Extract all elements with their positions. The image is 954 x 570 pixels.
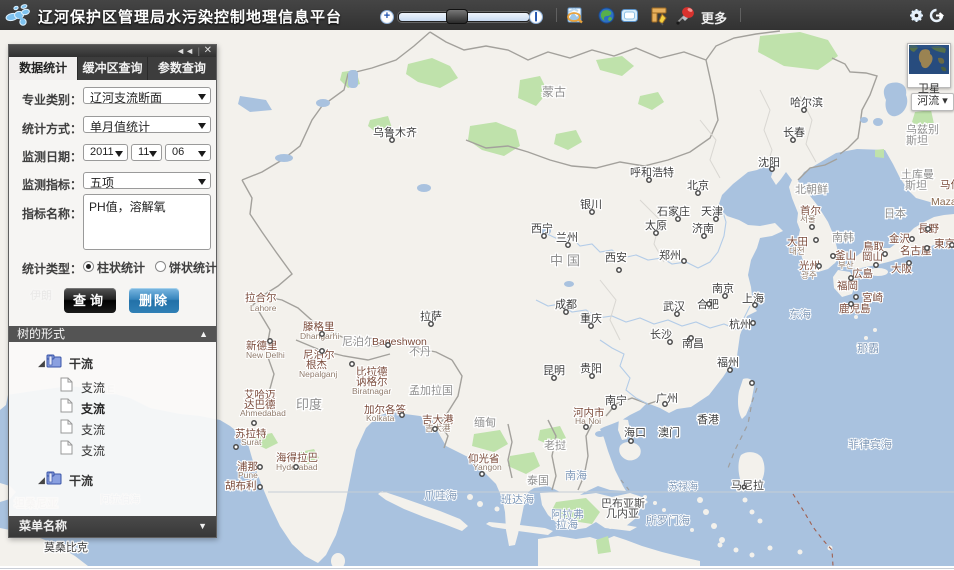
svg-text:南韩: 南韩 xyxy=(832,230,854,244)
svg-text:长春: 长春 xyxy=(783,126,805,139)
svg-text:香港: 香港 xyxy=(697,413,719,426)
svg-text:老挝: 老挝 xyxy=(544,438,566,452)
svg-text:那霸: 那霸 xyxy=(857,342,879,355)
svg-text:日本: 日本 xyxy=(884,206,906,220)
svg-text:印度: 印度 xyxy=(296,397,322,412)
svg-text:呼和浩特: 呼和浩特 xyxy=(630,165,674,179)
svg-text:孟加拉国: 孟加拉国 xyxy=(409,383,453,397)
svg-text:Lahore: Lahore xyxy=(250,303,277,313)
svg-text:乌鲁木齐: 乌鲁木齐 xyxy=(373,125,417,139)
svg-text:杭州: 杭州 xyxy=(729,317,751,331)
svg-text:天津: 天津 xyxy=(701,205,723,218)
svg-text:海口: 海口 xyxy=(624,425,646,439)
svg-text:광주: 광주 xyxy=(801,270,817,280)
svg-text:马尼拉: 马尼拉 xyxy=(731,478,764,492)
svg-text:乌兹别: 乌兹别 xyxy=(906,122,939,136)
svg-text:Nepalganj: Nepalganj xyxy=(299,369,337,379)
svg-text:莫桑比克: 莫桑比克 xyxy=(44,541,88,554)
svg-text:鹿児島: 鹿児島 xyxy=(839,302,871,315)
svg-text:金沢: 金沢 xyxy=(889,232,910,245)
svg-text:几内亚: 几内亚 xyxy=(606,506,639,520)
svg-text:蒙古: 蒙古 xyxy=(542,84,566,99)
svg-text:Maza: Maza xyxy=(931,196,954,208)
svg-text:拉萨: 拉萨 xyxy=(420,309,442,323)
svg-text:贵阳: 贵阳 xyxy=(580,362,602,375)
svg-text:南京: 南京 xyxy=(712,281,734,295)
svg-text:岡山: 岡山 xyxy=(862,251,883,263)
svg-text:Kolkata: Kolkata xyxy=(366,413,395,423)
svg-text:拉海: 拉海 xyxy=(556,517,578,531)
svg-text:缅甸: 缅甸 xyxy=(474,415,496,429)
svg-text:苏禄海: 苏禄海 xyxy=(668,480,698,493)
svg-text:沈阳: 沈阳 xyxy=(758,155,780,169)
svg-text:爪哇海: 爪哇海 xyxy=(424,488,457,502)
svg-text:Surat: Surat xyxy=(241,437,262,447)
svg-text:부산: 부산 xyxy=(838,260,854,270)
svg-text:郑州: 郑州 xyxy=(659,248,681,262)
svg-text:马什: 马什 xyxy=(940,179,954,191)
svg-text:Biratnagar: Biratnagar xyxy=(352,386,391,396)
svg-text:成都: 成都 xyxy=(555,298,577,311)
svg-text:斯坦: 斯坦 xyxy=(905,178,927,192)
svg-text:Ahmedabad: Ahmedabad xyxy=(240,408,286,418)
svg-text:대전: 대전 xyxy=(789,246,805,256)
svg-text:重庆: 重庆 xyxy=(580,311,602,325)
svg-text:银川: 银川 xyxy=(580,197,602,211)
svg-text:吉大港: 吉大港 xyxy=(425,423,451,433)
svg-text:New Delhi: New Delhi xyxy=(246,350,285,360)
svg-text:尼泊尔: 尼泊尔 xyxy=(342,335,375,348)
svg-text:広島: 広島 xyxy=(852,267,873,280)
svg-text:北朝鲜: 北朝鲜 xyxy=(795,182,828,196)
svg-text:石家庄: 石家庄 xyxy=(657,204,690,218)
svg-text:武汉: 武汉 xyxy=(663,300,685,313)
svg-text:福州: 福州 xyxy=(717,355,739,369)
svg-text:班达海: 班达海 xyxy=(501,492,534,506)
svg-text:兰州: 兰州 xyxy=(556,231,578,244)
svg-text:菲律宾海: 菲律宾海 xyxy=(848,437,892,451)
svg-text:西安: 西安 xyxy=(605,250,627,264)
svg-text:서울: 서울 xyxy=(800,214,816,224)
svg-text:哈尔滨: 哈尔滨 xyxy=(790,95,823,109)
svg-text:Ha Noi: Ha Noi xyxy=(575,416,601,426)
svg-text:Bageshwon: Bageshwon xyxy=(372,336,427,348)
svg-text:中国: 中国 xyxy=(550,253,584,268)
svg-text:Yangon: Yangon xyxy=(473,462,502,472)
svg-text:济南: 济南 xyxy=(692,221,714,235)
svg-text:北京: 北京 xyxy=(687,178,709,192)
svg-text:东海: 东海 xyxy=(789,307,811,321)
svg-text:澳门: 澳门 xyxy=(658,425,680,439)
svg-text:斯坦: 斯坦 xyxy=(906,133,928,147)
svg-text:长沙: 长沙 xyxy=(650,328,672,341)
svg-text:Pune: Pune xyxy=(238,470,258,480)
svg-text:昆明: 昆明 xyxy=(543,364,565,377)
svg-text:西宁: 西宁 xyxy=(531,221,553,235)
svg-text:胡布利: 胡布利 xyxy=(225,479,257,492)
svg-text:所罗门海: 所罗门海 xyxy=(646,513,690,527)
svg-text:福岡: 福岡 xyxy=(837,279,858,292)
svg-text:泰国: 泰国 xyxy=(527,473,549,487)
svg-text:南海: 南海 xyxy=(565,468,587,482)
